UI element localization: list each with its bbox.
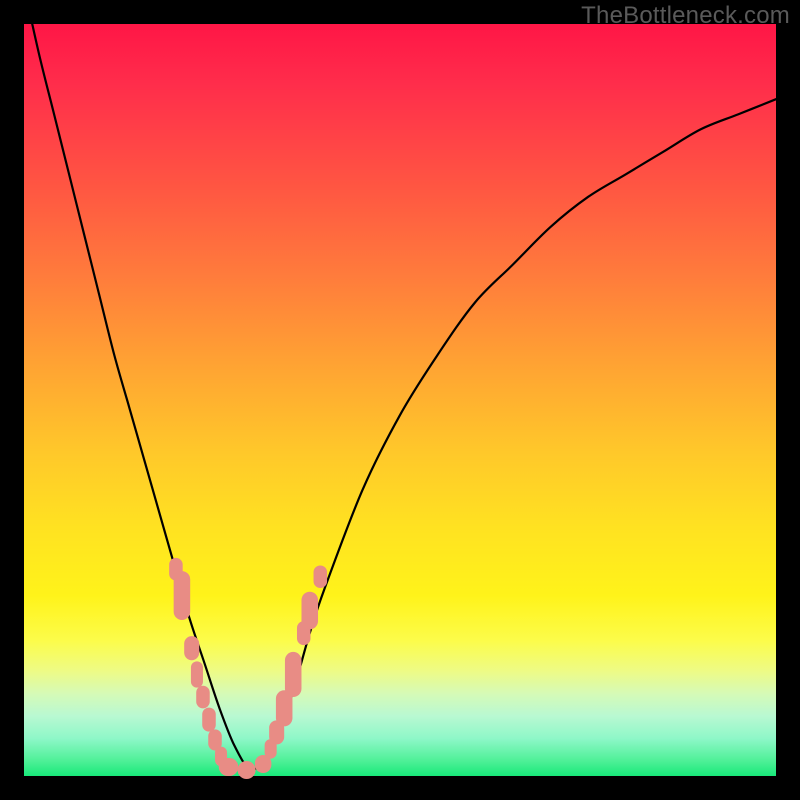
highlight-markers <box>169 558 327 779</box>
bottleneck-curve <box>24 0 776 769</box>
highlight-blob <box>285 652 302 697</box>
highlight-blob <box>202 708 216 732</box>
highlight-blob <box>191 661 203 687</box>
highlight-blob <box>219 758 239 776</box>
highlight-blob <box>314 565 328 588</box>
highlight-blob <box>174 571 191 620</box>
highlight-blob <box>196 686 210 709</box>
highlight-blob <box>301 592 318 630</box>
highlight-blob <box>184 636 199 660</box>
highlight-blob <box>238 761 256 779</box>
chart-svg <box>24 24 776 776</box>
chart-plot-area <box>24 24 776 776</box>
watermark-text: TheBottleneck.com <box>581 2 790 30</box>
